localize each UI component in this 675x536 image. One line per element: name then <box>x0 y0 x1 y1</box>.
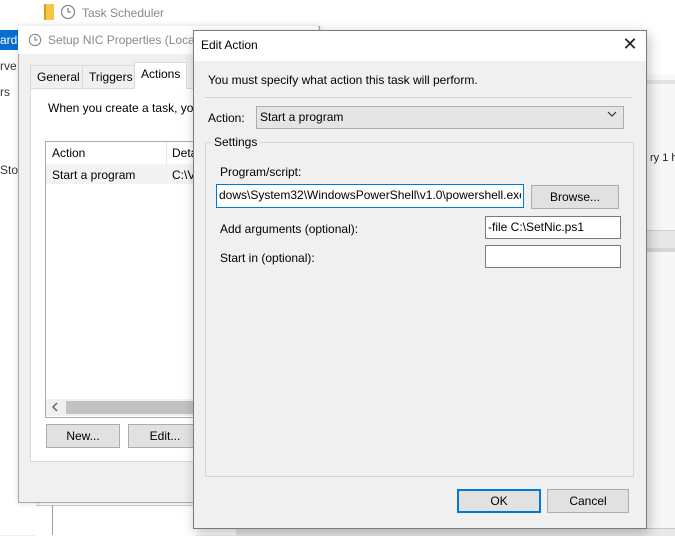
folder-icon <box>44 4 54 20</box>
table-cell-details[interactable]: C:\V <box>172 168 195 182</box>
actions-description: When you create a task, you <box>48 101 201 115</box>
pane-splitter[interactable] <box>52 505 53 535</box>
dialog-instruction: You must specify what action this task w… <box>208 73 478 87</box>
clock-icon <box>60 4 76 20</box>
program-script-label: Program/script: <box>220 165 302 179</box>
navigation-item-fragment[interactable]: Sto <box>0 163 18 177</box>
tab-triggers[interactable]: Triggers <box>82 65 140 88</box>
close-icon[interactable]: ✕ <box>620 34 640 54</box>
action-label: Action: <box>208 111 245 125</box>
tab-general[interactable]: General <box>30 65 87 88</box>
browse-button[interactable]: Browse... <box>531 185 619 209</box>
detail-pane-text-fragment: ry 1 h <box>650 152 675 164</box>
task-scheduler-title: Task Scheduler <box>82 6 165 20</box>
task-properties-title: Setup NIC Properties (Local <box>48 33 198 47</box>
arguments-value[interactable]: -file C:\SetNic.ps1 <box>488 220 584 234</box>
chevron-down-icon[interactable] <box>606 108 618 120</box>
divider <box>205 97 632 98</box>
column-separator[interactable] <box>166 142 167 164</box>
clock-icon <box>28 33 42 47</box>
tab-actions[interactable]: Actions <box>134 62 188 89</box>
start-in-input[interactable] <box>485 245 621 268</box>
scroll-left-icon[interactable] <box>50 401 60 413</box>
table-cell-action[interactable]: Start a program <box>52 168 135 182</box>
navigation-item-fragment[interactable]: rs <box>0 85 10 99</box>
action-dropdown-value[interactable]: Start a program <box>260 110 343 124</box>
task-scheduler-bottom-area <box>36 505 196 536</box>
ok-button[interactable]: OK <box>457 489 541 513</box>
new-action-button[interactable]: New... <box>46 424 120 448</box>
detail-pane-divider <box>646 248 675 252</box>
navigation-item-fragment[interactable]: ard <box>0 33 17 47</box>
dialog-title: Edit Action <box>201 38 258 52</box>
settings-group-label: Settings <box>211 135 261 149</box>
detail-pane-header <box>646 230 675 249</box>
detail-pane-divider <box>646 80 675 84</box>
arguments-label: Add arguments (optional): <box>220 222 359 236</box>
navigation-item-fragment[interactable]: rve <box>0 59 17 73</box>
edit-action-button[interactable]: Edit... <box>128 424 202 448</box>
program-script-value[interactable]: dows\System32\WindowsPowerShell\v1.0\pow… <box>219 188 521 202</box>
cancel-button[interactable]: Cancel <box>547 489 629 513</box>
edit-action-titlebar <box>194 31 646 61</box>
column-header-action[interactable]: Action <box>52 146 85 160</box>
scrollbar-thumb[interactable] <box>66 401 196 414</box>
start-in-label: Start in (optional): <box>220 251 315 265</box>
